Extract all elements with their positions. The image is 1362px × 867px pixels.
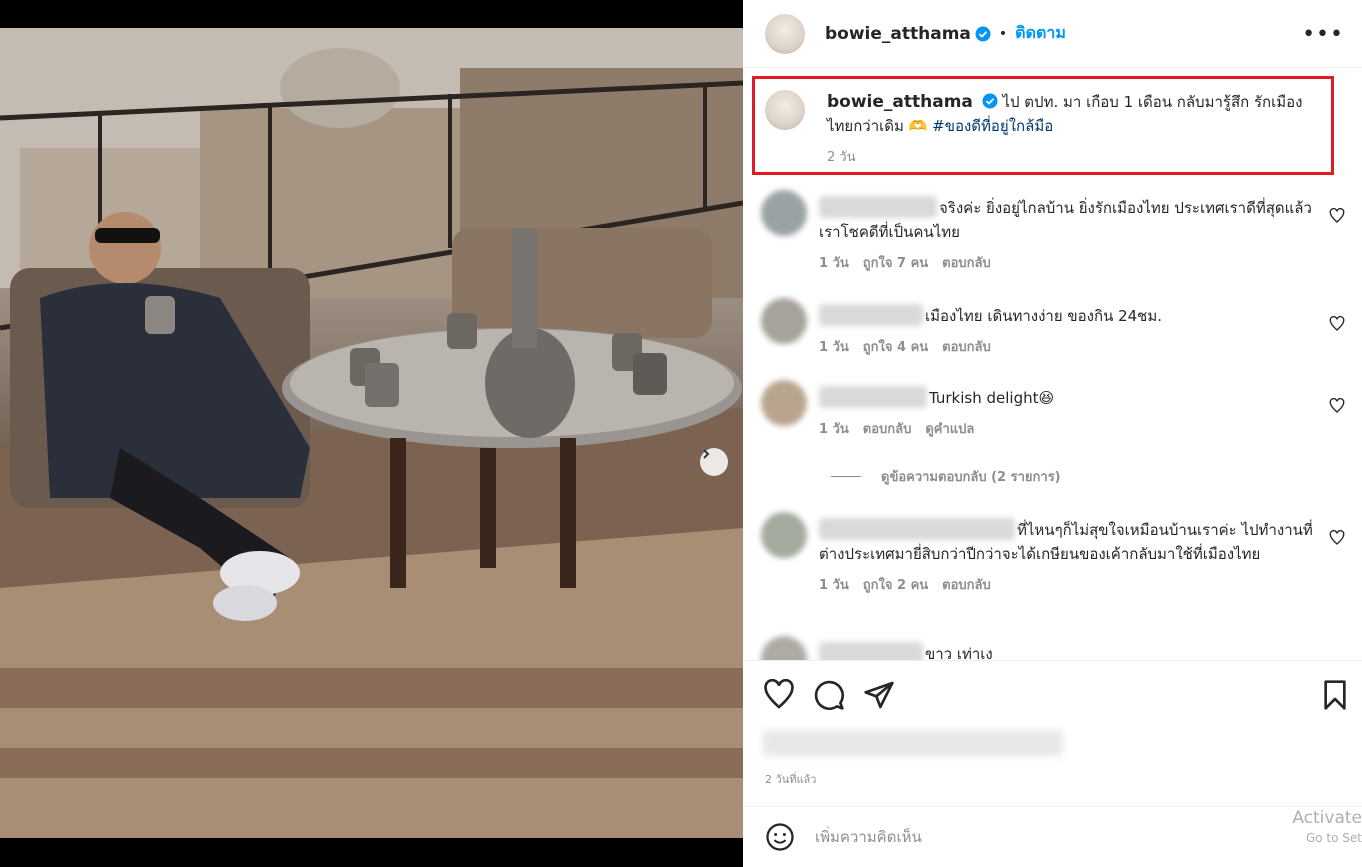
watermark-line1: Activate [1292,808,1362,828]
comment-time: 1 วัน [819,256,849,271]
post-detail-panel: bowie_atthama • ติดตาม ••• bowie_atthama… [743,0,1362,867]
reply-button[interactable]: ตอบกลับ [942,574,991,598]
view-replies-button[interactable]: ดูข้อความตอบกลับ (2 รายการ) [831,466,1061,487]
comment-likes[interactable]: ถูกใจ 4 คน [863,336,928,360]
comment-time: 1 วัน [819,340,849,355]
hashtag-link[interactable]: #ของดีที่อยู่ใกล้มือ [932,117,1053,135]
emoji-icon[interactable] [765,822,795,852]
follow-button[interactable]: ติดตาม [1015,21,1066,46]
caption-time: 2 วัน [827,150,856,165]
avatar[interactable] [761,298,807,344]
more-options-button[interactable]: ••• [1302,22,1344,47]
post-actions [743,660,1362,730]
caption-username[interactable]: bowie_atthama [827,92,973,112]
separator: • [998,25,1008,42]
heart-icon[interactable] [1329,208,1345,224]
add-comment-bar: เพิ่มความคิดเห็น [743,806,1362,867]
post-header: bowie_atthama • ติดตาม ••• [743,0,1362,68]
heart-icon[interactable] [1329,316,1345,332]
avatar[interactable] [761,636,807,660]
windows-watermark: Activate Go to Set [1292,808,1362,848]
chevron-right-icon [703,449,710,459]
avatar[interactable] [761,190,807,236]
reply-button[interactable]: ตอบกลับ [863,418,912,442]
commenter-name[interactable] [819,386,927,408]
avatar[interactable] [761,380,807,426]
commenter-name[interactable] [819,196,937,218]
avatar[interactable] [765,13,805,54]
reply-button[interactable]: ตอบกลับ [942,336,991,360]
comment-text: ขาว เท่าเง [925,645,993,660]
post-photo[interactable] [0,28,743,838]
avatar[interactable] [761,512,807,558]
reply-button[interactable]: ตอบกลับ [942,252,991,276]
username[interactable]: bowie_atthama [825,24,971,44]
commenter-name[interactable] [819,642,923,660]
divider [831,476,861,477]
comment-icon[interactable] [813,679,845,711]
comment-time: 1 วัน [819,578,849,593]
translate-button[interactable]: ดูคำแปล [925,418,974,442]
verified-badge-icon [982,93,998,109]
comment-likes[interactable]: ถูกใจ 2 คน [863,574,928,598]
post-time: 2 วันที่แล้ว [765,773,817,786]
next-image-button[interactable] [700,448,728,476]
heart-icon[interactable] [763,679,795,711]
verified-badge-icon [975,26,991,41]
comment-input[interactable]: เพิ่มความคิดเห็น [815,825,922,849]
comment-likes[interactable]: ถูกใจ 7 คน [863,252,928,276]
caption-avatar[interactable] [765,90,805,130]
share-icon[interactable] [863,679,895,711]
comment-text: Turkish delight😆 [929,389,1055,407]
comment-text: เมืองไทย เดินทางง่าย ของกิน 24ชม. [925,307,1163,325]
commenter-name[interactable] [819,518,1015,540]
comment-time: 1 วัน [819,422,849,437]
heart-icon[interactable] [1329,530,1345,546]
view-replies-label: ดูข้อความตอบกลับ (2 รายการ) [881,470,1061,485]
likes-summary[interactable] [763,730,1063,756]
watermark-line2: Go to Set [1305,831,1362,845]
bookmark-icon[interactable] [1321,679,1349,711]
heart-icon[interactable] [1329,398,1345,414]
caption: bowie_atthama ไป ตปท. มา เกือบ 1 เดือน ก… [765,90,1327,170]
comments-list[interactable]: bowie_atthama ไป ตปท. มา เกือบ 1 เดือน ก… [743,68,1362,660]
post-media [0,0,743,867]
commenter-name[interactable] [819,304,923,326]
